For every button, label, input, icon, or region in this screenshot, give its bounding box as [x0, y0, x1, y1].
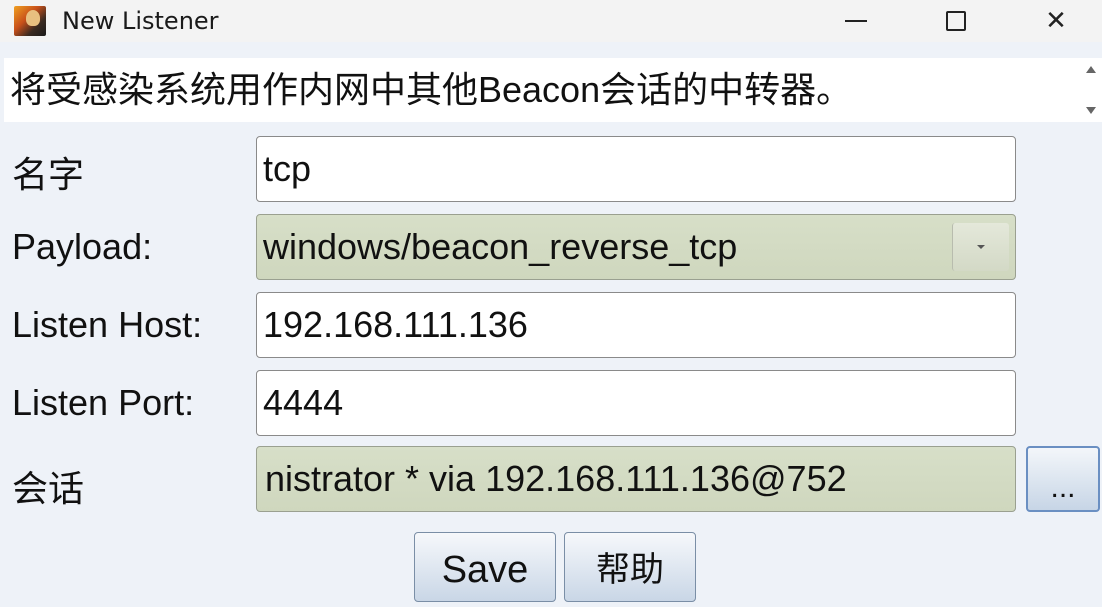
- session-label: 会话: [12, 468, 85, 509]
- description-text: 将受感染系统用作内网中其他Beacon会话的中转器。: [4, 58, 1082, 122]
- description-scrollbar[interactable]: [1082, 58, 1102, 122]
- name-label: 名字: [12, 154, 85, 195]
- session-browse-button[interactable]: ...: [1026, 446, 1100, 512]
- payload-select[interactable]: windows/beacon_reverse_tcp: [256, 214, 1016, 280]
- payload-value: windows/beacon_reverse_tcp: [263, 226, 738, 267]
- window-title: New Listener: [62, 7, 219, 35]
- listen-host-value: 192.168.111.136: [263, 304, 528, 345]
- save-button[interactable]: Save: [414, 532, 556, 602]
- listen-port-input[interactable]: 4444: [256, 370, 1016, 436]
- minimize-button[interactable]: [810, 0, 902, 42]
- listen-port-label: Listen Port:: [12, 382, 195, 423]
- close-button[interactable]: ✕: [1010, 0, 1102, 42]
- chevron-down-icon[interactable]: [952, 223, 1009, 271]
- app-logo-icon: [14, 6, 46, 36]
- scroll-down-icon[interactable]: [1086, 107, 1096, 114]
- maximize-icon: [946, 11, 966, 31]
- name-value: tcp: [263, 148, 312, 189]
- minimize-icon: [845, 20, 867, 22]
- close-icon: ✕: [1045, 6, 1067, 36]
- payload-label: Payload:: [12, 226, 153, 267]
- session-field[interactable]: nistrator * via 192.168.111.136@752: [256, 446, 1016, 512]
- listen-host-label: Listen Host:: [12, 304, 203, 345]
- session-value: nistrator * via 192.168.111.136@752: [265, 458, 847, 499]
- name-input[interactable]: tcp: [256, 136, 1016, 202]
- maximize-button[interactable]: [910, 0, 1002, 42]
- title-bar[interactable]: New Listener ✕: [0, 0, 1102, 42]
- listen-port-value: 4444: [263, 382, 344, 423]
- scroll-up-icon[interactable]: [1086, 66, 1096, 73]
- listen-host-input[interactable]: 192.168.111.136: [256, 292, 1016, 358]
- help-button[interactable]: 帮助: [564, 532, 696, 602]
